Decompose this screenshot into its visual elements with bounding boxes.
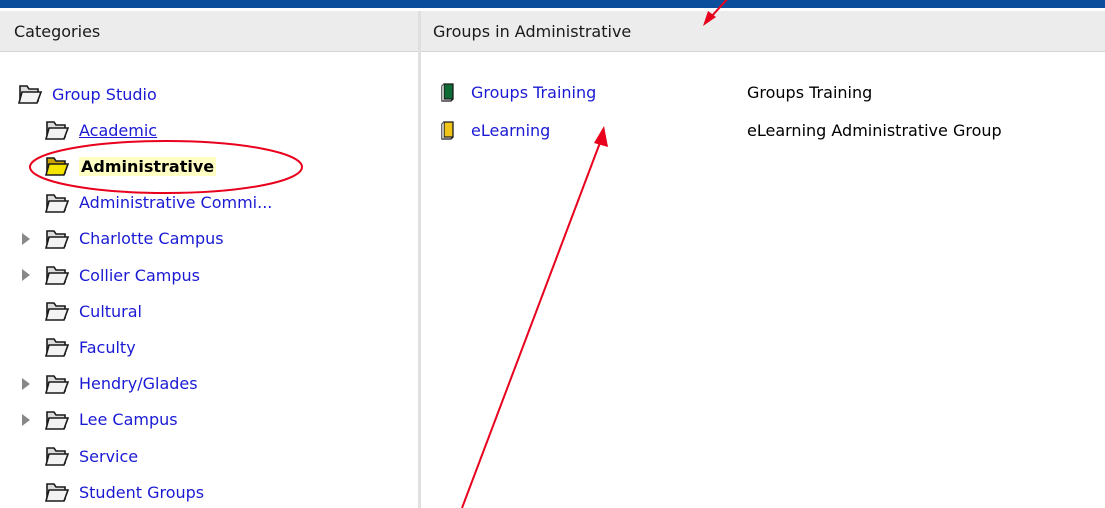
- expand-arrow-icon[interactable]: [22, 413, 30, 426]
- tree-item[interactable]: Service: [44, 441, 138, 471]
- folder-icon: [44, 481, 70, 503]
- tree-item-label[interactable]: Administrative Commi...: [79, 193, 272, 212]
- group-row[interactable]: Groups Training Groups Training: [441, 78, 1101, 106]
- tree-item[interactable]: Academic: [44, 115, 157, 145]
- tree-item[interactable]: Hendry/Glades: [22, 369, 198, 399]
- tree-item-label[interactable]: Service: [79, 447, 138, 466]
- folder-icon: [44, 119, 70, 141]
- folder-icon: [44, 264, 70, 286]
- tree-item-label[interactable]: Academic: [79, 121, 157, 140]
- folder-icon: [44, 192, 70, 214]
- tree-item[interactable]: Student Groups: [44, 477, 204, 507]
- tree-item[interactable]: Lee Campus: [22, 405, 178, 435]
- tree-item[interactable]: Charlotte Campus: [22, 224, 224, 254]
- tree-item-label[interactable]: Faculty: [79, 338, 136, 357]
- tree-item-label[interactable]: Cultural: [79, 302, 142, 321]
- tree-item[interactable]: Group Studio: [17, 79, 157, 109]
- tree-item-label[interactable]: Hendry/Glades: [79, 374, 198, 393]
- open-folder-icon: [44, 155, 70, 177]
- tree-item-label[interactable]: Charlotte Campus: [79, 229, 224, 248]
- folder-icon: [44, 336, 70, 358]
- categories-header: Categories: [0, 11, 418, 52]
- tree-item[interactable]: Administrative: [44, 151, 217, 181]
- folder-icon: [44, 409, 70, 431]
- expand-arrow-icon[interactable]: [22, 269, 30, 281]
- tree-item[interactable]: Faculty: [44, 332, 136, 362]
- expand-arrow-icon[interactable]: [22, 377, 30, 390]
- group-description: Groups Training: [747, 82, 873, 102]
- tree-item-label[interactable]: Group Studio: [52, 85, 157, 104]
- tree-item-label[interactable]: Lee Campus: [79, 410, 178, 429]
- group-book-icon: [441, 120, 455, 140]
- groups-header: Groups in Administrative: [421, 11, 1105, 52]
- expand-arrow-icon[interactable]: [22, 232, 30, 245]
- folder-icon: [17, 83, 43, 105]
- folder-icon: [44, 373, 70, 395]
- group-book-icon: [441, 82, 455, 102]
- groups-pane: Groups in Administrative Groups Training…: [421, 11, 1105, 508]
- top-bar: [0, 0, 1105, 8]
- group-name-link[interactable]: Groups Training: [471, 83, 747, 102]
- tree-item[interactable]: Cultural: [44, 296, 142, 326]
- tree-item-label[interactable]: Collier Campus: [79, 266, 200, 285]
- tree-item[interactable]: Administrative Commi...: [44, 188, 272, 218]
- categories-pane: Categories Group Studio Academic Administr…: [0, 11, 418, 508]
- group-row[interactable]: eLearning eLearning Administrative Group: [441, 116, 1101, 144]
- tree-item-label[interactable]: Administrative: [79, 156, 217, 176]
- tree-item-label[interactable]: Student Groups: [79, 483, 204, 502]
- group-name-link[interactable]: eLearning: [471, 121, 747, 140]
- tree-item[interactable]: Collier Campus: [22, 260, 200, 290]
- group-description: eLearning Administrative Group: [747, 120, 1002, 140]
- folder-icon: [44, 228, 70, 250]
- folder-icon: [44, 300, 70, 322]
- folder-icon: [44, 445, 70, 467]
